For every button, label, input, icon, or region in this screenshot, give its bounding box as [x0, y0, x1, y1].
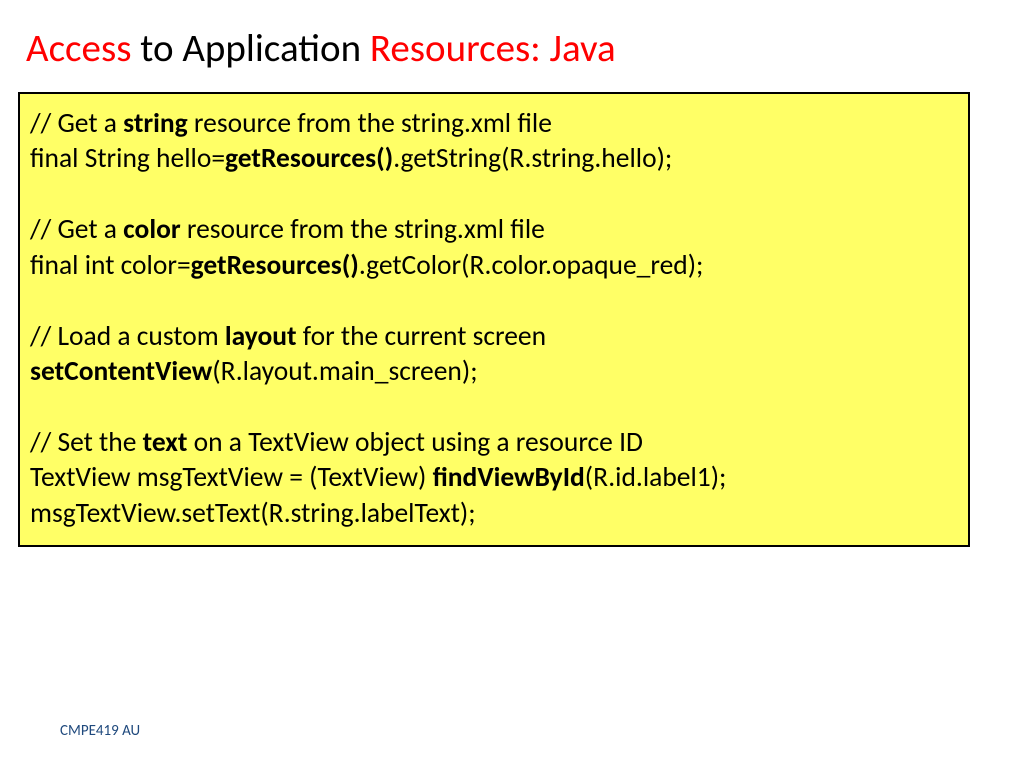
code-line-8: TextView msgTextView = (TextView) findVi… — [30, 460, 958, 495]
title-part-resources: Resources: Java — [370, 25, 616, 72]
code-line-9: msgTextView.setText(R.string.labelText); — [30, 496, 958, 531]
code-line-5: // Load a custom layout for the current … — [30, 319, 958, 354]
code-line-2: final String hello=getResources().getStr… — [30, 141, 958, 176]
footer-course-code: CMPE419 AU — [60, 722, 140, 740]
code-line-1: // Get a string resource from the string… — [30, 106, 958, 141]
code-line-4: final int color=getResources().getColor(… — [30, 248, 958, 283]
title-part-access: Access — [26, 25, 131, 72]
code-line-7: // Set the text on a TextView object usi… — [30, 425, 958, 460]
code-line-6: setContentView(R.layout.main_screen); — [30, 354, 958, 389]
code-line-3: // Get a color resource from the string.… — [30, 212, 958, 247]
title-part-mid: to Application — [131, 25, 369, 72]
code-example-box: // Get a string resource from the string… — [18, 92, 970, 547]
slide-title: Access to Application Resources: Java — [0, 0, 1024, 71]
